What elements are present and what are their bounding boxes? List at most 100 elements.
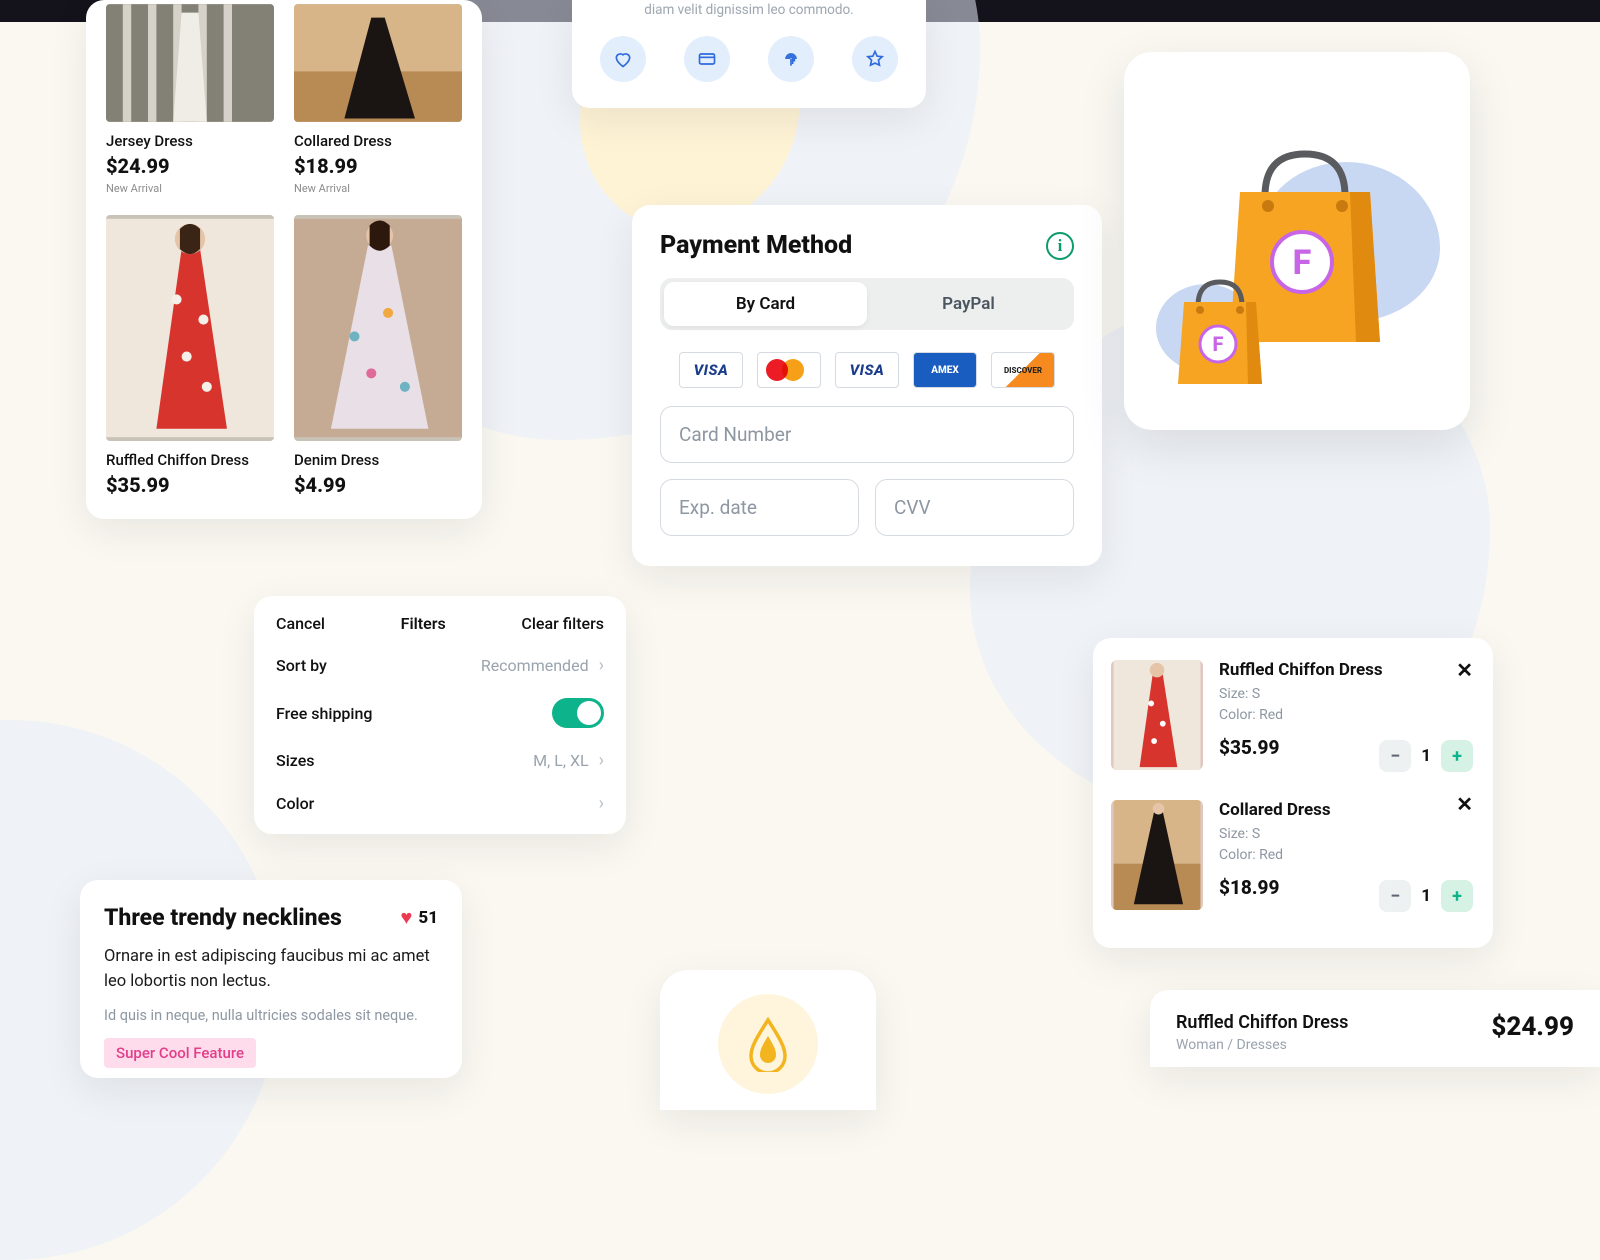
feature-icons-card: diam velit dignissim leo commodo. — [572, 0, 926, 108]
favorite-button[interactable] — [600, 36, 646, 82]
cart-item-size: Size: S — [1219, 826, 1260, 842]
chevron-right-icon: › — [599, 750, 604, 771]
drop-icon — [745, 1016, 791, 1072]
product-name: Denim Dress — [294, 451, 462, 469]
product-name: Ruffled Chiffon Dress — [1176, 1012, 1348, 1033]
card-caption: diam velit dignissim leo commodo. — [596, 2, 902, 18]
visa-logo: VISA — [679, 352, 743, 388]
qty-minus-button[interactable]: − — [1379, 740, 1411, 772]
cart-item-image — [1111, 660, 1203, 770]
sort-label: Sort by — [276, 656, 327, 675]
amex-logo: AMEX — [913, 352, 977, 388]
cart-item-image — [1111, 800, 1203, 910]
fingerprint-button[interactable] — [768, 36, 814, 82]
product-card[interactable]: Collared Dress $18.99 New Arrival — [294, 4, 462, 195]
product-card[interactable]: Jersey Dress $24.99 New Arrival — [106, 4, 274, 195]
exp-date-input[interactable]: Exp. date — [660, 479, 859, 536]
qty-minus-button[interactable]: − — [1379, 880, 1411, 912]
product-grid-card: Jersey Dress $24.99 New Arrival Collared… — [86, 0, 482, 519]
svg-text:F: F — [1293, 243, 1312, 283]
product-price: $18.99 — [294, 154, 462, 178]
product-name: Collared Dress — [294, 132, 462, 150]
product-price: $24.99 — [1491, 1012, 1574, 1042]
product-category: Woman / Dresses — [1176, 1037, 1348, 1053]
remove-item-button[interactable]: ✕ — [1456, 658, 1473, 682]
product-price: $4.99 — [294, 473, 462, 497]
info-icon: i — [1058, 236, 1063, 256]
cart-card: Ruffled Chiffon Dress Size: SColor: Red … — [1093, 638, 1493, 948]
qty-value: 1 — [1421, 746, 1431, 766]
card-number-input[interactable]: Card Number — [660, 406, 1074, 463]
promo-circle — [718, 994, 818, 1094]
shopping-bag-illustration: F F — [1124, 52, 1470, 430]
star-icon — [865, 49, 885, 69]
chevron-right-icon: › — [599, 793, 604, 814]
fingerprint-icon — [781, 49, 801, 69]
cart-item: Ruffled Chiffon Dress Size: SColor: Red … — [1111, 656, 1475, 790]
sort-value: Recommended — [481, 656, 589, 675]
cancel-button[interactable]: Cancel — [276, 614, 325, 633]
cvv-input[interactable]: CVV — [875, 479, 1074, 536]
cart-item: Collared Dress Size: SColor: Red $18.99 … — [1111, 790, 1475, 930]
sizes-value: M, L, XL — [533, 751, 588, 770]
product-price: $24.99 — [106, 154, 274, 178]
filters-title: Filters — [401, 614, 446, 633]
filters-card: Cancel Filters Clear filters Sort by Rec… — [254, 596, 626, 834]
heart-icon — [613, 49, 633, 69]
article-title: Three trendy necklines — [104, 904, 342, 931]
promo-card — [660, 970, 876, 1110]
qty-value: 1 — [1421, 886, 1431, 906]
svg-text:F: F — [1213, 332, 1224, 356]
feature-badge: Super Cool Feature — [104, 1038, 256, 1068]
chevron-right-icon: › — [599, 655, 604, 676]
product-image — [294, 215, 462, 441]
card-brand-logos: VISA VISA AMEX DISCOVER — [660, 352, 1074, 388]
product-name: Ruffled Chiffon Dress — [106, 451, 274, 469]
likes-counter[interactable]: ♥51 — [401, 905, 438, 930]
product-name: Jersey Dress — [106, 132, 274, 150]
sizes-label: Sizes — [276, 751, 315, 770]
product-image — [106, 215, 274, 441]
free-shipping-toggle[interactable] — [552, 698, 604, 728]
card-pay-button[interactable] — [684, 36, 730, 82]
payment-title: Payment Method — [660, 231, 852, 260]
product-image — [106, 4, 274, 122]
free-shipping-label: Free shipping — [276, 704, 372, 723]
tab-by-card[interactable]: By Card — [664, 282, 867, 326]
heart-icon: ♥ — [401, 905, 413, 930]
star-button[interactable] — [852, 36, 898, 82]
tab-paypal[interactable]: PayPal — [867, 282, 1070, 326]
cart-item-size: Size: S — [1219, 686, 1260, 702]
filter-row-shipping: Free shipping — [276, 698, 604, 728]
product-tag: New Arrival — [294, 182, 462, 195]
visa-electron-logo: VISA — [835, 352, 899, 388]
article-subtext: Id quis in neque, nulla ultricies sodale… — [104, 1007, 438, 1024]
filter-row-color[interactable]: Color › — [276, 793, 604, 814]
filter-row-sizes[interactable]: Sizes M, L, XL › — [276, 750, 604, 771]
quantity-stepper: − 1 + — [1379, 740, 1473, 772]
article-card: Three trendy necklines ♥51 Ornare in est… — [80, 880, 462, 1078]
product-image — [294, 4, 462, 122]
quantity-stepper: − 1 + — [1379, 880, 1473, 912]
product-detail-bar: Ruffled Chiffon Dress Woman / Dresses $2… — [1150, 990, 1600, 1067]
qty-plus-button[interactable]: + — [1441, 880, 1473, 912]
product-card[interactable]: Denim Dress $4.99 — [294, 215, 462, 497]
qty-plus-button[interactable]: + — [1441, 740, 1473, 772]
info-button[interactable]: i — [1046, 232, 1074, 260]
product-tag: New Arrival — [106, 182, 274, 195]
payment-tabs: By Card PayPal — [660, 278, 1074, 330]
mastercard-logo — [757, 352, 821, 388]
clear-filters-button[interactable]: Clear filters — [521, 614, 604, 633]
payment-method-card: Payment Method i By Card PayPal VISA VIS… — [632, 205, 1102, 566]
filter-row-sort[interactable]: Sort by Recommended › — [276, 655, 604, 676]
article-body: Ornare in est adipiscing faucibus mi ac … — [104, 945, 438, 995]
cart-item-name: Ruffled Chiffon Dress — [1219, 660, 1475, 680]
product-price: $35.99 — [106, 473, 274, 497]
discover-logo: DISCOVER — [991, 352, 1055, 388]
cart-item-color: Color: Red — [1219, 707, 1283, 723]
credit-card-icon — [697, 49, 717, 69]
cart-item-color: Color: Red — [1219, 847, 1283, 863]
likes-count: 51 — [418, 908, 438, 928]
product-card[interactable]: Ruffled Chiffon Dress $35.99 — [106, 215, 274, 497]
remove-item-button[interactable]: ✕ — [1456, 792, 1473, 816]
